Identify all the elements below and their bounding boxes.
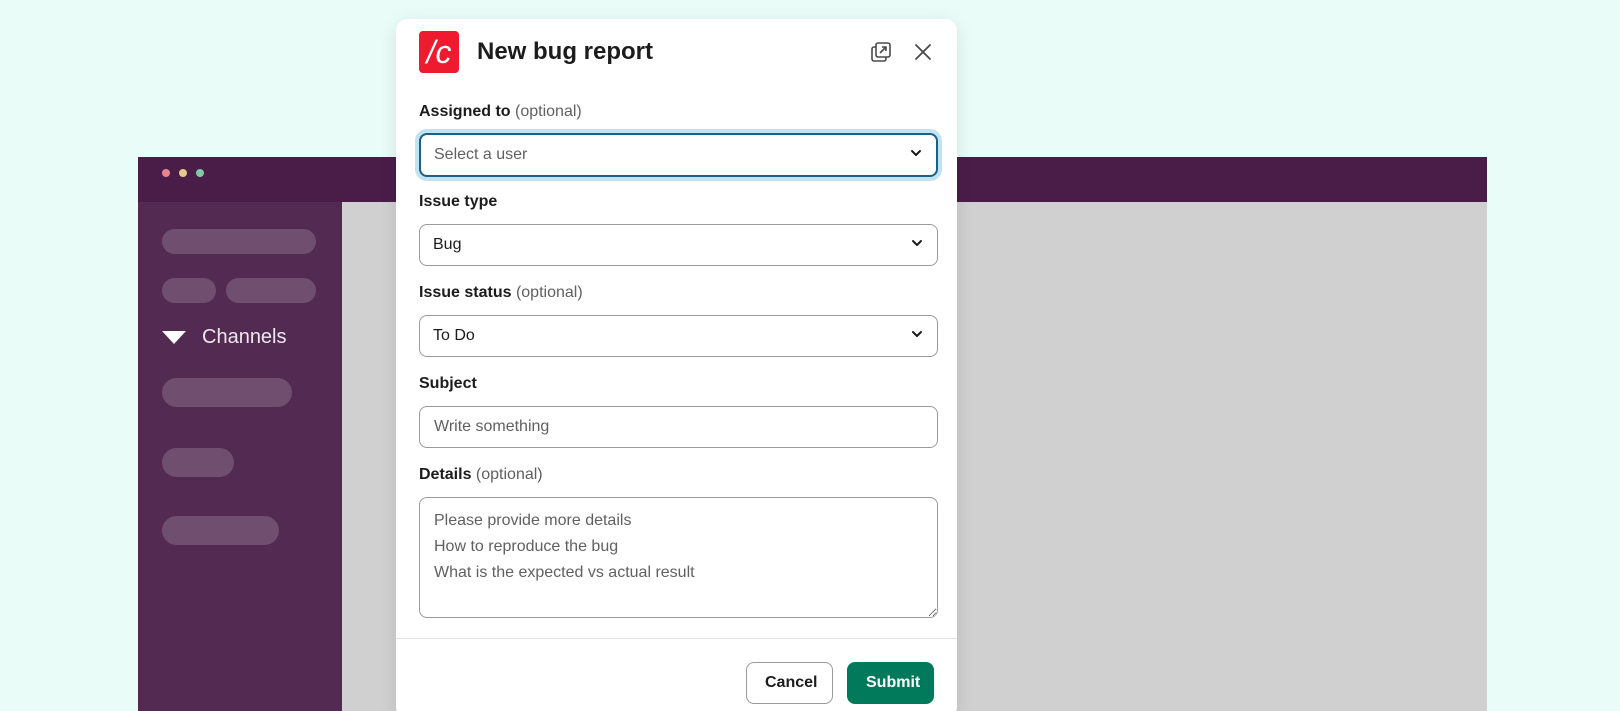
issue-type-select[interactable]: Bug (419, 224, 938, 266)
issue-status-select[interactable]: To Do (419, 315, 938, 357)
issue-type-value: Bug (433, 236, 462, 253)
assigned-to-placeholder: Select a user (434, 146, 528, 163)
sidebar-placeholder (226, 278, 316, 303)
sidebar-placeholder (162, 278, 216, 303)
field-issue-status: Issue status (optional) To Do (419, 283, 938, 357)
sidebar-placeholder (162, 448, 234, 477)
sidebar-placeholder (162, 229, 316, 254)
app-sidebar: Channels (138, 202, 342, 711)
subject-label: Subject (419, 374, 938, 394)
field-assigned-to: Assigned to (optional) Select a user (419, 102, 938, 177)
field-issue-type: Issue type Bug (419, 192, 938, 266)
optional-hint: (optional) (515, 103, 582, 120)
subject-input[interactable] (419, 406, 938, 448)
sidebar-placeholder (162, 516, 279, 545)
issue-type-label-text: Issue type (419, 193, 498, 210)
chevron-down-icon (909, 146, 923, 165)
subject-label-text: Subject (419, 375, 477, 392)
issue-status-label: Issue status (optional) (419, 283, 938, 303)
cancel-button[interactable]: Cancel (746, 662, 833, 704)
details-label-text: Details (419, 466, 472, 483)
details-label: Details (optional) (419, 465, 938, 485)
assigned-to-label: Assigned to (optional) (419, 102, 938, 122)
issue-status-label-text: Issue status (419, 284, 512, 301)
submit-button[interactable]: Submit (847, 662, 934, 704)
window-dot-yellow (179, 169, 187, 177)
details-textarea[interactable] (419, 497, 938, 618)
modal-header: /c New bug report (419, 31, 937, 73)
assigned-to-select[interactable]: Select a user (419, 133, 938, 177)
field-details: Details (optional) (419, 465, 938, 618)
field-subject: Subject (419, 374, 938, 448)
sidebar-channels-header[interactable]: Channels (162, 326, 287, 349)
bug-report-modal: /c New bug report Assigned to (optional) (396, 19, 957, 711)
caret-down-icon (162, 331, 186, 344)
app-logo: /c (419, 31, 459, 73)
modal-header-actions (867, 38, 937, 66)
channels-label: Channels (202, 326, 287, 348)
popout-icon[interactable] (867, 38, 895, 66)
chevron-down-icon (910, 236, 924, 255)
window-dot-green (196, 169, 204, 177)
sidebar-placeholder (162, 378, 292, 407)
chevron-down-icon (910, 327, 924, 346)
issue-status-value: To Do (433, 327, 475, 344)
assigned-to-label-text: Assigned to (419, 103, 511, 120)
window-dot-red (162, 169, 170, 177)
optional-hint: (optional) (515, 284, 583, 301)
modal-title: New bug report (477, 38, 654, 65)
optional-hint: (optional) (475, 466, 543, 483)
modal-footer: Cancel Submit (746, 662, 934, 704)
footer-divider (396, 638, 957, 639)
issue-type-label: Issue type (419, 192, 938, 212)
close-icon[interactable] (909, 38, 937, 66)
